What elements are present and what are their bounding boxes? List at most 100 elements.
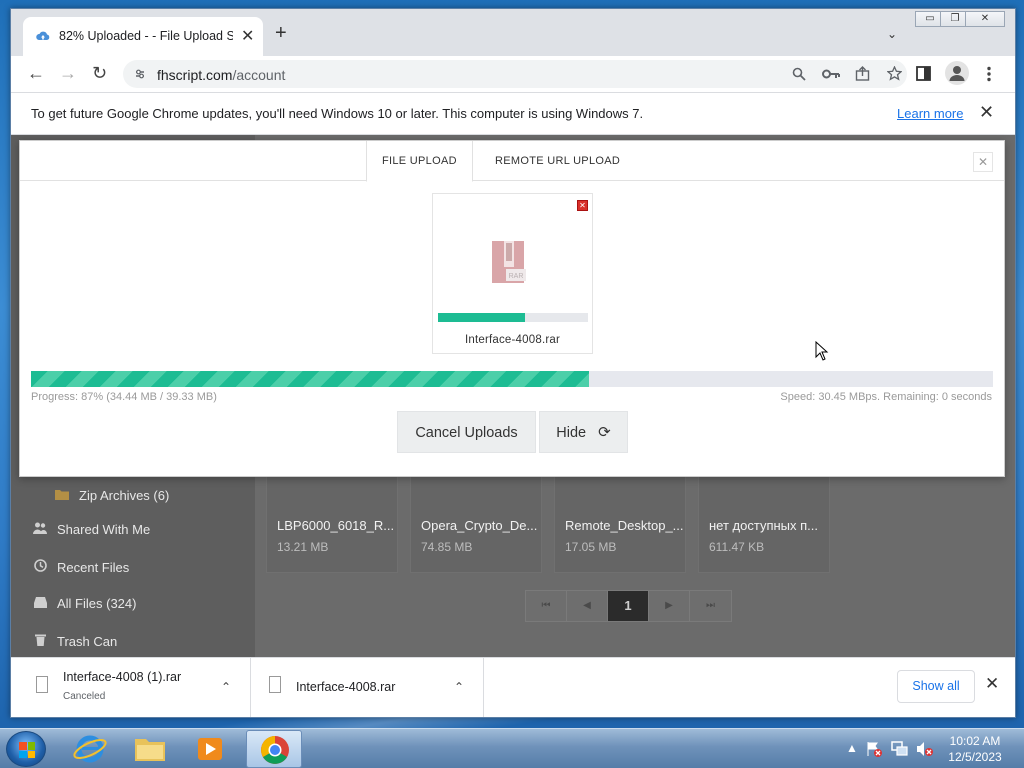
upload-modal: FILE UPLOAD REMOTE URL UPLOAD ✕ ✕ RAR In… xyxy=(19,140,1005,477)
network-icon[interactable] xyxy=(891,741,909,757)
file-card[interactable]: нет доступных п... 611.47 KB xyxy=(698,473,830,573)
kebab-menu-icon[interactable] xyxy=(986,66,992,82)
explorer-taskbar-button[interactable] xyxy=(122,730,178,768)
downloads-bar: Interface-4008 (1).rar Canceled ⌃ Interf… xyxy=(11,657,1015,717)
close-window-button[interactable]: ✕ xyxy=(965,11,1005,27)
file-progress-fill xyxy=(438,313,525,322)
file-name: нет доступных п... xyxy=(709,518,819,533)
file-size: 74.85 MB xyxy=(421,540,473,554)
tab-remote-url-upload[interactable]: REMOTE URL UPLOAD xyxy=(480,141,635,182)
tab-search-chevron-icon[interactable]: ⌄ xyxy=(887,27,897,41)
tab-title: 82% Uploaded - - File Upload Sc xyxy=(59,29,233,43)
tray-overflow-icon[interactable]: ▲ xyxy=(846,741,858,755)
file-name: Opera_Crypto_De... xyxy=(421,518,538,533)
url-path: /account xyxy=(232,67,286,83)
modal-close-icon[interactable]: ✕ xyxy=(973,152,993,172)
show-all-button[interactable]: Show all xyxy=(897,670,975,703)
cancel-uploads-button[interactable]: Cancel Uploads xyxy=(397,411,536,453)
sidebar-item-trash[interactable]: Trash Can xyxy=(33,633,117,649)
system-clock[interactable]: 10:02 AM 12/5/2023 xyxy=(940,733,1010,765)
browser-toolbar: ← → ↻ fhscript.com/account xyxy=(11,56,1015,92)
volume-muted-icon[interactable] xyxy=(916,741,934,757)
page-1-button[interactable]: 1 xyxy=(608,591,649,621)
download-name: Interface-4008 (1).rar xyxy=(63,670,182,684)
forward-button[interactable]: → xyxy=(59,64,77,82)
cloud-upload-icon xyxy=(36,31,50,40)
file-size: 13.21 MB xyxy=(277,540,329,554)
upload-file-thumbnail: ✕ RAR Interface-4008.rar xyxy=(432,193,593,354)
chrome-taskbar-button[interactable] xyxy=(246,730,302,768)
rar-label: RAR xyxy=(509,273,524,280)
progress-text: Progress: 87% (34.44 MB / 39.33 MB) xyxy=(31,391,217,403)
hide-label: Hide xyxy=(556,425,587,441)
first-page-button[interactable]: ⏮ xyxy=(526,591,567,621)
download-item[interactable]: Interface-4008 (1).rar Canceled ⌃ xyxy=(11,658,251,717)
start-button[interactable] xyxy=(6,731,46,767)
sidebar-item-recent[interactable]: Recent Files xyxy=(33,559,129,575)
sidebar-item-all-files[interactable]: All Files (324) xyxy=(33,596,136,611)
url-text: fhscript.com/account xyxy=(157,67,285,83)
key-icon[interactable] xyxy=(822,68,840,80)
share-icon[interactable] xyxy=(855,66,870,81)
learn-more-link[interactable]: Learn more xyxy=(897,106,963,121)
file-name: Remote_Desktop_... xyxy=(565,518,684,533)
sidebar-item-label: Recent Files xyxy=(57,560,130,575)
sidebar-item-label: Zip Archives (6) xyxy=(79,488,170,503)
windows-logo-icon xyxy=(19,742,35,758)
download-item[interactable]: Interface-4008.rar ⌃ xyxy=(251,658,484,717)
side-panel-icon[interactable] xyxy=(916,66,931,81)
file-icon xyxy=(269,676,281,693)
bookmark-star-icon[interactable] xyxy=(887,66,902,81)
hide-button[interactable]: Hide ⟳ xyxy=(539,411,628,453)
overall-progress-fill xyxy=(31,371,589,387)
downloads-close-icon[interactable]: ✕ xyxy=(985,674,999,694)
back-button[interactable]: ← xyxy=(27,64,45,82)
sidebar-item-label: Trash Can xyxy=(57,634,118,649)
infobar-close-icon[interactable]: ✕ xyxy=(979,102,994,123)
remove-file-icon[interactable]: ✕ xyxy=(577,200,588,211)
overall-progress-track xyxy=(31,371,993,387)
users-icon xyxy=(33,522,47,537)
chevron-up-icon[interactable]: ⌃ xyxy=(454,680,464,694)
clock-date: 12/5/2023 xyxy=(948,750,1002,764)
drive-icon xyxy=(33,596,47,611)
media-player-taskbar-button[interactable] xyxy=(182,730,238,768)
address-bar[interactable]: fhscript.com/account xyxy=(123,60,907,88)
file-card[interactable]: Remote_Desktop_... 17.05 MB xyxy=(554,473,686,573)
internet-explorer-icon xyxy=(73,735,107,763)
zoom-search-icon[interactable] xyxy=(792,67,806,81)
tab-close-icon[interactable]: ✕ xyxy=(241,26,254,46)
sidebar-item-shared[interactable]: Shared With Me xyxy=(33,522,150,537)
action-center-flag-icon[interactable] xyxy=(866,741,882,757)
modal-tabs: FILE UPLOAD REMOTE URL UPLOAD xyxy=(20,141,1004,182)
new-tab-button[interactable]: + xyxy=(275,23,287,43)
tab-file-upload[interactable]: FILE UPLOAD xyxy=(366,141,473,182)
infobar-message: To get future Google Chrome updates, you… xyxy=(31,106,644,121)
prev-page-button[interactable]: ◀ xyxy=(567,591,608,621)
taskbar: ▲ 10:02 AM 12/5/2023 xyxy=(0,728,1024,768)
download-status: Canceled xyxy=(63,691,106,702)
internet-explorer-taskbar-button[interactable] xyxy=(62,730,118,768)
site-info-icon[interactable] xyxy=(135,68,145,80)
media-player-icon xyxy=(198,738,222,760)
refresh-icon: ⟳ xyxy=(598,424,611,441)
speed-text: Speed: 30.45 MBps. Remaining: 0 seconds xyxy=(780,391,992,403)
mouse-cursor xyxy=(815,340,829,364)
sidebar-item-zip-archives[interactable]: Zip Archives (6) xyxy=(55,488,169,503)
chrome-icon xyxy=(261,736,289,764)
browser-tab[interactable]: 82% Uploaded - - File Upload Sc ✕ xyxy=(23,17,263,56)
person-icon xyxy=(949,66,965,81)
reload-button[interactable]: ↻ xyxy=(92,64,107,82)
file-size: 611.47 KB xyxy=(709,540,765,554)
file-card[interactable]: Opera_Crypto_De... 74.85 MB xyxy=(410,473,542,573)
chevron-up-icon[interactable]: ⌃ xyxy=(221,680,231,694)
folder-icon xyxy=(55,488,69,503)
update-infobar: To get future Google Chrome updates, you… xyxy=(11,92,1015,135)
profile-avatar[interactable] xyxy=(945,61,969,85)
title-bar: ▭ ❐ ✕ 82% Uploaded - - File Upload Sc ✕ … xyxy=(11,9,1015,56)
next-page-button[interactable]: ▶ xyxy=(649,591,690,621)
file-card[interactable]: LBP6000_6018_R... 13.21 MB xyxy=(266,473,398,573)
sidebar-item-label: All Files (324) xyxy=(57,596,137,611)
clock-time: 10:02 AM xyxy=(949,734,1001,748)
last-page-button[interactable]: ⏭ xyxy=(690,591,731,621)
